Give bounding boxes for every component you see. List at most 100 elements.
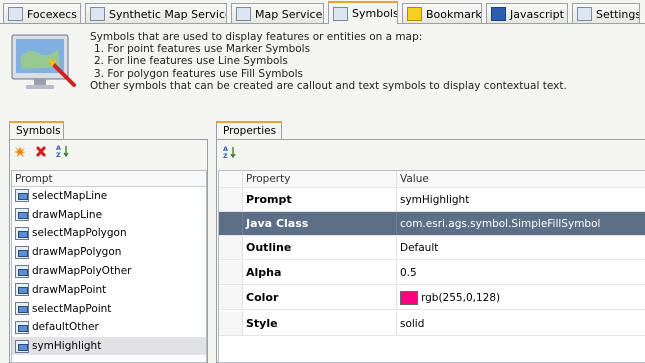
tab-label: Bookmarks <box>426 7 482 21</box>
symbol-icon <box>15 339 29 353</box>
property-row[interactable]: Style solid <box>219 312 645 336</box>
new-symbol-button[interactable] <box>13 145 27 159</box>
row-gutter <box>219 286 243 309</box>
property-name: Java Class <box>243 212 397 235</box>
tab-label: Javascript <box>510 7 564 21</box>
sort-button[interactable]: A Z <box>56 144 70 158</box>
tab-label: Map Services <box>255 7 324 21</box>
symbol-icon <box>15 226 29 240</box>
svg-text:Z: Z <box>223 152 228 159</box>
settings-icon <box>577 7 592 21</box>
property-value-text: com.esri.ags.symbol.SimpleFillSymbol <box>400 217 601 230</box>
symbols-panel-tab[interactable]: Symbols <box>9 121 64 139</box>
property-value-text: rgb(255,0,128) <box>421 291 501 304</box>
symbol-label: drawMapPolygon <box>32 246 122 259</box>
property-name: Prompt <box>243 188 397 211</box>
symbol-label: drawMapPolyOther <box>32 265 132 278</box>
property-row[interactable]: Alpha 0.5 <box>219 261 645 285</box>
description-item: 3. For polygon features use Fill Symbols <box>94 67 303 80</box>
row-gutter <box>219 261 243 284</box>
symbols-panel-tab-label: Symbols <box>16 125 61 137</box>
tab-settings[interactable]: Settings <box>572 3 640 24</box>
properties-panel-tab[interactable]: Properties <box>216 121 282 139</box>
symbol-list-item[interactable]: drawMapPoint <box>12 281 206 300</box>
row-gutter <box>219 188 243 211</box>
property-value[interactable]: solid <box>397 312 645 335</box>
property-value-text: solid <box>400 317 425 330</box>
symbol-list-item[interactable]: selectMapPolygon <box>12 225 206 244</box>
tab-symbols[interactable]: Symbols <box>328 1 398 24</box>
properties-panel: A Z Property Value Prompt symHighlight Jav… <box>216 139 645 363</box>
symbol-list-item[interactable]: selectMapLine <box>12 187 206 206</box>
symbol-label: selectMapPoint <box>32 302 112 315</box>
property-value[interactable]: 0.5 <box>397 261 645 284</box>
property-name: Style <box>243 312 397 335</box>
symbol-label: selectMapLine <box>32 189 108 202</box>
description-intro: Symbols that are used to display feature… <box>90 31 423 43</box>
properties-sort-button[interactable]: A Z <box>223 145 237 159</box>
delete-symbol-button[interactable] <box>34 145 48 159</box>
property-column-header[interactable]: Property <box>243 171 397 187</box>
row-gutter <box>219 212 243 235</box>
symbol-label: drawMapLine <box>32 208 103 221</box>
property-row[interactable]: Prompt symHighlight <box>219 188 645 212</box>
description-item: 1. For point features use Marker Symbols <box>94 43 311 56</box>
focexec-icon <box>8 7 23 21</box>
property-value[interactable]: com.esri.ags.symbol.SimpleFillSymbol <box>397 212 645 235</box>
property-value-text: symHighlight <box>400 193 470 206</box>
svg-text:Z: Z <box>56 151 61 158</box>
property-row[interactable]: Outline Default <box>219 236 645 260</box>
symbol-list-item[interactable]: symHighlight <box>12 337 206 357</box>
symbol-icon <box>15 283 29 297</box>
symbol-icon <box>15 320 29 334</box>
symbols-description: Symbols that are used to display feature… <box>90 31 630 92</box>
symbol-list-item[interactable]: drawMapLine <box>12 206 206 225</box>
tab-javascript[interactable]: Javascript <box>486 3 568 24</box>
property-name: Alpha <box>243 261 397 284</box>
bookmarks-icon <box>407 7 422 21</box>
tab-map-services[interactable]: Map Services <box>231 3 324 24</box>
tab-label: Symbols <box>352 7 398 20</box>
property-value[interactable]: Default <box>397 236 645 259</box>
tab-label: Synthetic Map Services <box>109 7 227 21</box>
description-footer: Other symbols that can be created are ca… <box>90 79 567 92</box>
property-row[interactable]: Color rgb(255,0,128) <box>219 286 645 310</box>
symbol-list-item[interactable]: drawMapPolygon <box>12 243 206 263</box>
symbol-label: selectMapPolygon <box>32 227 127 240</box>
tab-label: Settings <box>596 7 640 21</box>
delete-icon <box>36 146 46 157</box>
tab-bookmarks[interactable]: Bookmarks <box>402 3 482 24</box>
symbol-icon <box>15 245 29 259</box>
property-value-text: 0.5 <box>400 266 417 279</box>
description-item: 2. For line features use Line Symbols <box>94 55 288 68</box>
sort-az-icon: A Z <box>56 144 69 158</box>
tab-label: Focexecs <box>27 7 78 21</box>
symbol-list-item[interactable]: drawMapPolyOther <box>12 262 206 281</box>
symbol-label: defaultOther <box>32 321 99 334</box>
row-gutter <box>219 312 243 335</box>
sort-az-icon: A Z <box>223 145 236 159</box>
property-value[interactable]: symHighlight <box>397 188 645 211</box>
property-row[interactable]: Java Class com.esri.ags.symbol.SimpleFill… <box>219 212 645 236</box>
symbol-list-item[interactable]: selectMapPoint <box>12 300 206 319</box>
synthetic-map-icon <box>90 7 105 21</box>
main-tab-bar: Focexecs Synthetic Map Services Map Serv… <box>0 0 645 24</box>
properties-table: Property Value Prompt symHighlight Java Cl… <box>218 170 645 363</box>
prompt-column-header[interactable]: Prompt <box>12 171 206 187</box>
symbol-icon <box>15 264 29 278</box>
symbol-icon <box>15 302 29 316</box>
javascript-icon <box>491 7 506 21</box>
sparkle-icon <box>14 146 26 157</box>
value-column-header[interactable]: Value <box>397 171 645 187</box>
symbols-icon <box>333 6 348 21</box>
property-value[interactable]: rgb(255,0,128) <box>397 286 645 309</box>
property-name: Outline <box>243 236 397 259</box>
monitor-map-icon <box>11 34 76 89</box>
symbol-label: symHighlight <box>32 340 102 353</box>
tab-focexecs[interactable]: Focexecs <box>3 3 81 24</box>
symbol-list-item[interactable]: defaultOther <box>12 319 206 338</box>
symbols-list: Prompt selectMapLine drawMapLine selectMap… <box>11 170 207 363</box>
color-swatch[interactable] <box>400 290 418 305</box>
symbol-icon <box>15 208 29 222</box>
tab-synthetic-map-services[interactable]: Synthetic Map Services <box>85 3 227 24</box>
